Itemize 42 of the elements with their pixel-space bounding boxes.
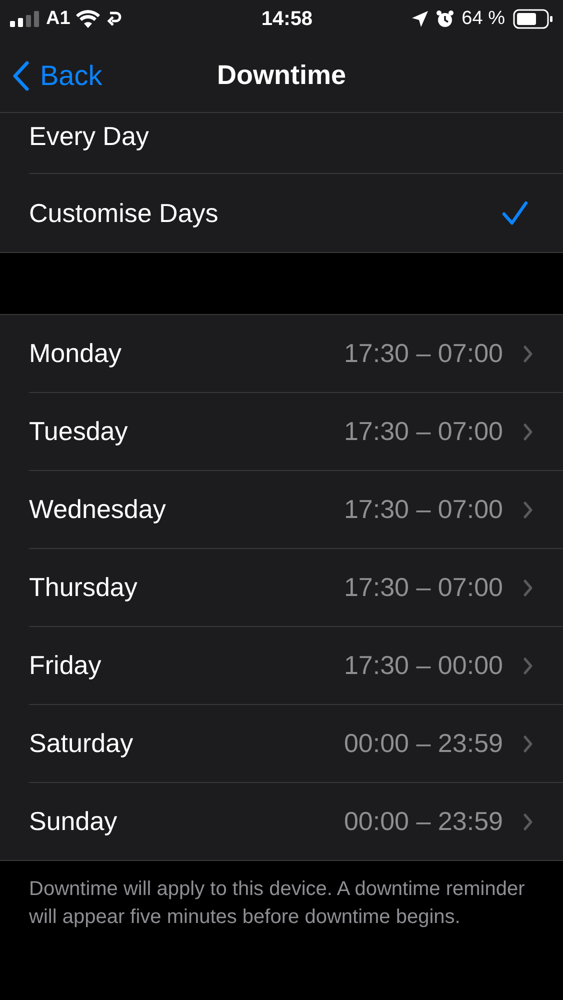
location-icon	[412, 11, 428, 27]
page-title: Downtime	[216, 58, 346, 92]
chevron-right-icon	[523, 656, 533, 674]
wifi-icon	[76, 10, 100, 28]
chevron-right-icon	[523, 578, 533, 596]
day-name: Friday	[29, 649, 102, 682]
back-button[interactable]: Back	[12, 55, 102, 97]
chevron-right-icon	[523, 734, 533, 752]
day-name: Wednesday	[29, 493, 166, 526]
day-name: Saturday	[29, 727, 134, 760]
time-range: 00:00 – 23:59	[344, 727, 503, 760]
time-range: 17:30 – 07:00	[344, 493, 503, 526]
status-time: 14:58	[260, 7, 313, 32]
day-row[interactable]: Tuesday 17:30 – 07:00	[29, 393, 563, 470]
day-name: Thursday	[29, 571, 138, 604]
chevron-right-icon	[523, 500, 533, 518]
day-name: Sunday	[29, 805, 118, 838]
time-range: 17:30 – 07:00	[344, 415, 503, 448]
sync-icon	[106, 10, 122, 28]
footer-note: Downtime will apply to this device. A downtime reminder will appear five minutes before downtime begins.	[28, 877, 526, 930]
carrier-name: A1	[46, 6, 70, 31]
time-range: 17:30 – 07:00	[344, 337, 503, 370]
signal-icon	[10, 11, 40, 27]
alarm-clock-icon	[436, 10, 454, 28]
day-name: Monday	[29, 337, 122, 370]
chevron-right-icon	[523, 812, 533, 830]
battery-percent: 64 %	[462, 6, 505, 31]
day-row[interactable]: Saturday 00:00 – 23:59	[29, 705, 563, 782]
time-range: 00:00 – 23:59	[344, 805, 503, 838]
chevron-right-icon	[523, 422, 533, 440]
chevron-left-icon	[12, 60, 30, 92]
day-row[interactable]: Thursday 17:30 – 07:00	[29, 549, 563, 626]
time-range: 17:30 – 07:00	[344, 571, 503, 604]
checkmark-icon	[501, 200, 529, 226]
day-name: Tuesday	[29, 415, 128, 448]
chevron-right-icon	[523, 344, 533, 362]
day-row[interactable]: Sunday 00:00 – 23:59	[29, 783, 563, 860]
battery-icon	[512, 9, 553, 29]
time-range: 17:30 – 00:00	[344, 649, 503, 682]
day-row[interactable]: Monday 17:30 – 07:00	[29, 315, 563, 392]
day-row[interactable]: Friday 17:30 – 00:00	[29, 627, 563, 704]
day-row[interactable]: Wednesday 17:30 – 07:00	[29, 471, 563, 548]
